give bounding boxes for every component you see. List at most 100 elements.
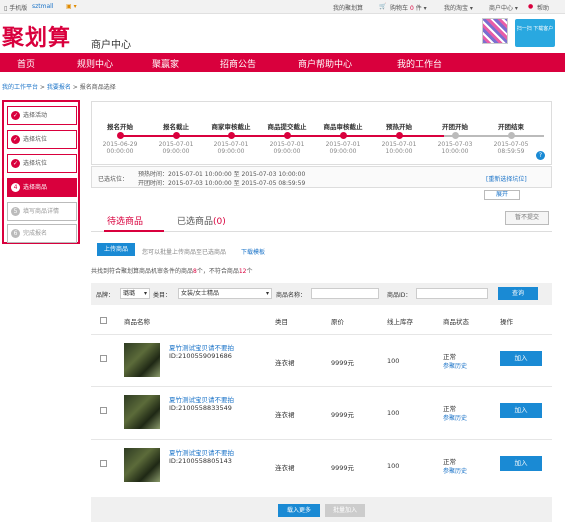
upload-hint: 您可以批量上传商品至已选商品 bbox=[142, 249, 227, 256]
product-category: 连衣裙 bbox=[275, 464, 295, 472]
username-link[interactable]: sztmall bbox=[32, 3, 53, 10]
product-id: ID:2100558833549 bbox=[169, 404, 232, 412]
breadcrumb-workplatform[interactable]: 我的工作平台 bbox=[2, 84, 38, 91]
product-price: 9999元 bbox=[331, 359, 355, 367]
my-taobao-link[interactable]: 我的淘宝 ▾ bbox=[444, 3, 473, 12]
timeline-step-date: 2015-07-03 10:00:00 bbox=[437, 141, 473, 155]
category-select[interactable]: 女装/女士精品 ▾ bbox=[178, 288, 272, 299]
nav-announcements[interactable]: 招商公告 bbox=[220, 57, 256, 70]
row-checkbox[interactable] bbox=[100, 407, 107, 414]
product-id-input[interactable] bbox=[416, 288, 488, 299]
history-link[interactable]: 参聚历史 bbox=[443, 413, 467, 422]
page-subtitle: 商户中心 bbox=[91, 40, 131, 51]
add-product-button[interactable]: 加入 bbox=[500, 403, 542, 418]
juhuasuan-logo[interactable]: 聚划算 bbox=[2, 20, 71, 52]
add-product-button[interactable]: 加入 bbox=[500, 456, 542, 471]
timeline-dot bbox=[284, 132, 291, 139]
tab-selected-products[interactable]: 已选商品(0) bbox=[177, 214, 226, 227]
table-row: 夏竹测试宝贝请不要拍 ID:2100558805143 连衣裙 9999元 100 正常参… bbox=[91, 439, 552, 491]
timeline-remaining bbox=[444, 135, 544, 137]
product-tabs: 待选商品 已选商品(0) bbox=[91, 208, 552, 232]
timeline-step-title: 报名截止 bbox=[163, 123, 189, 131]
info-icon[interactable]: ? bbox=[536, 151, 545, 160]
step-select-activity[interactable]: ✓ 选择活动 bbox=[7, 106, 77, 125]
row-checkbox[interactable] bbox=[100, 355, 107, 362]
timeline-step-date: 2015-07-05 08:59:59 bbox=[493, 141, 529, 155]
timeline-step-date: 2015-07-01 09:00:00 bbox=[213, 141, 249, 155]
signup-steps-sidebar: ✓ 选择活动 ✓ 选择坑位 ✓ 选择坑位 4 选择商品 5 填写商品详情 6 完成报名 bbox=[2, 100, 80, 244]
table-row: 夏竹测试宝贝请不要拍 ID:2100559091686 连衣裙 9999元 100 正常参… bbox=[91, 334, 552, 386]
timeline-step-date: 2015-07-01 09:00:00 bbox=[158, 141, 194, 155]
product-title-link[interactable]: 夏竹测试宝贝请不要拍 bbox=[169, 447, 234, 457]
breadcrumb-signup[interactable]: 我要报名 bbox=[47, 84, 71, 91]
timeline-step-title: 开团开始 bbox=[442, 123, 468, 131]
app-download-promo[interactable]: 扫一扫 下载客户 bbox=[515, 19, 555, 47]
nav-workbench[interactable]: 我的工作台 bbox=[397, 57, 442, 70]
nav-home[interactable]: 首页 bbox=[17, 57, 35, 70]
mobile-link[interactable]: ▯ 手机版 bbox=[4, 3, 27, 12]
result-summary: 共找到符合聚划算商品机审条件的商品8个，不符合商品12个 bbox=[91, 268, 253, 275]
my-juhuasuan-link[interactable]: 我的聚划算 bbox=[333, 3, 363, 12]
product-thumbnail[interactable] bbox=[124, 343, 160, 377]
history-link[interactable]: 参聚历史 bbox=[443, 466, 467, 475]
query-button[interactable]: 查询 bbox=[498, 287, 538, 300]
row-checkbox[interactable] bbox=[100, 460, 107, 467]
help-icon[interactable]: ● bbox=[528, 3, 533, 10]
product-name-input[interactable] bbox=[311, 288, 379, 299]
expand-button[interactable]: 展开 bbox=[484, 190, 520, 200]
product-price: 9999元 bbox=[331, 464, 355, 472]
timeline-dot bbox=[173, 132, 180, 139]
merchant-center-link[interactable]: 商户中心 ▾ bbox=[489, 3, 518, 12]
product-status: 正常 bbox=[443, 458, 456, 466]
upload-products-button[interactable]: 上传商品 bbox=[97, 243, 135, 256]
brand-select[interactable]: 璐璐 ▾ bbox=[120, 288, 150, 299]
product-status: 正常 bbox=[443, 353, 456, 361]
product-title-link[interactable]: 夏竹测试宝贝请不要拍 bbox=[169, 342, 234, 352]
active-tab-indicator bbox=[104, 230, 164, 232]
nav-rules[interactable]: 规则中心 bbox=[77, 57, 113, 70]
timeline-step-date: 2015-07-01 09:00:00 bbox=[269, 141, 305, 155]
product-thumbnail[interactable] bbox=[124, 448, 160, 482]
selected-slot-box: 已选坑位： 预热时间：2015-07-01 10:00:00 至 2015-07… bbox=[91, 166, 552, 188]
load-more-button[interactable]: 载入更多 bbox=[278, 504, 320, 517]
download-template-link[interactable]: 下载模板 bbox=[241, 247, 265, 256]
timeline-step-date: 2015-06-29 00:00:00 bbox=[102, 141, 138, 155]
product-thumbnail[interactable] bbox=[124, 395, 160, 429]
timeline-dot bbox=[452, 132, 459, 139]
timeline-dot bbox=[396, 132, 403, 139]
check-icon: ✓ bbox=[11, 135, 20, 144]
cart-icon[interactable]: 🛒 bbox=[379, 3, 386, 10]
step-select-product[interactable]: 4 选择商品 bbox=[7, 178, 77, 197]
breadcrumb: 我的工作平台 > 我要报名 > 报名商品选择 bbox=[2, 84, 116, 91]
batch-add-button[interactable]: 批量加入 bbox=[325, 504, 365, 517]
no-submit-button[interactable]: 暂不提交 bbox=[505, 211, 549, 225]
select-all-checkbox[interactable] bbox=[100, 317, 107, 324]
help-link[interactable]: 帮助 bbox=[537, 3, 549, 12]
table-header: 商品名称 类目 原价 线上库存 商品状态 操作 bbox=[91, 311, 552, 331]
product-category: 连衣裙 bbox=[275, 359, 295, 367]
cart-link[interactable]: 购物车 0 件 ▾ bbox=[390, 3, 427, 12]
add-product-button[interactable]: 加入 bbox=[500, 351, 542, 366]
timeline-step-date: 2015-07-01 10:00:00 bbox=[381, 141, 417, 155]
step-select-slot-2[interactable]: ✓ 选择坑位 bbox=[7, 154, 77, 173]
check-icon: ✓ bbox=[11, 111, 20, 120]
product-price: 9999元 bbox=[331, 411, 355, 419]
step-complete: 6 完成报名 bbox=[7, 224, 77, 243]
step-select-slot[interactable]: ✓ 选择坑位 bbox=[7, 130, 77, 149]
product-stock: 100 bbox=[387, 357, 400, 365]
product-title-link[interactable]: 夏竹测试宝贝请不要拍 bbox=[169, 394, 234, 404]
qr-code-image bbox=[482, 18, 508, 44]
reselect-slot-link[interactable]: [重新选择坑位] bbox=[486, 174, 527, 183]
timeline-dot bbox=[228, 132, 235, 139]
nav-winner[interactable]: 聚赢家 bbox=[152, 57, 179, 70]
check-icon: ✓ bbox=[11, 159, 20, 168]
timeline-step-title: 报名开始 bbox=[107, 123, 133, 131]
activity-timeline: 报名开始 2015-06-29 00:00:00 报名截止 2015-07-01 09:0… bbox=[91, 101, 552, 165]
history-link[interactable]: 参聚历史 bbox=[443, 361, 467, 370]
top-bar: ▯ 手机版 sztmall ▣ ▾ 我的聚划算 🛒 购物车 0 件 ▾ 我的淘宝… bbox=[0, 0, 565, 14]
timeline-dot bbox=[340, 132, 347, 139]
nav-help-center[interactable]: 商户帮助中心 bbox=[298, 57, 352, 70]
user-dropdown-icon[interactable]: ▣ ▾ bbox=[66, 3, 77, 10]
product-id: ID:2100558805143 bbox=[169, 457, 232, 465]
tab-pending-products[interactable]: 待选商品 bbox=[107, 214, 143, 227]
